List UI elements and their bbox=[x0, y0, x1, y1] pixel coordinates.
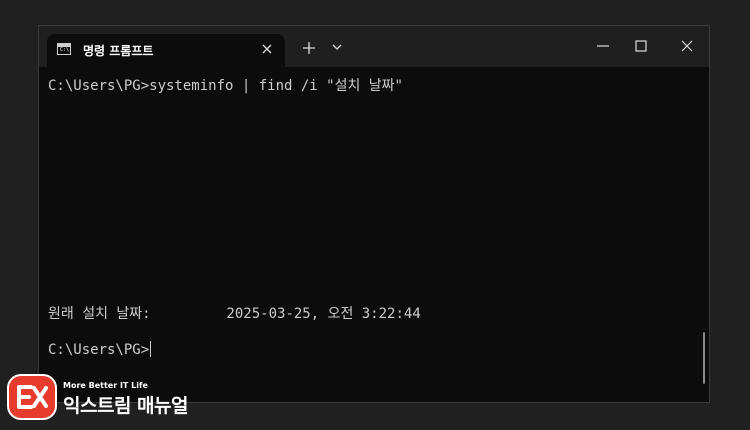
close-icon bbox=[262, 44, 272, 54]
logo-name: 익스트림 매뉴얼 bbox=[63, 395, 188, 417]
tab-close-button[interactable] bbox=[259, 41, 275, 57]
maximize-icon bbox=[635, 40, 647, 52]
titlebar: C:\ 명령 프롬프트 bbox=[39, 26, 709, 67]
terminal-window: C:\ 명령 프롬프트 C:\Users\PG>systeminfo | fin… bbox=[38, 25, 710, 403]
scrollbar[interactable] bbox=[703, 332, 705, 384]
terminal-output[interactable]: C:\Users\PG>systeminfo | find /i "설치 날짜"… bbox=[39, 67, 709, 402]
minimize-button[interactable] bbox=[589, 34, 617, 58]
close-icon bbox=[681, 40, 693, 52]
tab-title: 명령 프롬프트 bbox=[83, 44, 154, 58]
tab-command-prompt[interactable]: C:\ 명령 프롬프트 bbox=[47, 34, 285, 67]
maximize-button[interactable] bbox=[627, 34, 655, 58]
prompt-text: C:\Users\PG> bbox=[48, 342, 150, 358]
logo-ex-icon bbox=[17, 385, 48, 409]
logo-badge bbox=[7, 374, 57, 420]
close-button[interactable] bbox=[673, 34, 701, 58]
watermark-logo: More Better IT Life 익스트림 매뉴얼 bbox=[7, 374, 217, 426]
plus-icon bbox=[303, 42, 315, 54]
text-cursor bbox=[150, 341, 152, 357]
new-tab-button[interactable] bbox=[299, 38, 319, 58]
logo-tagline: More Better IT Life bbox=[63, 381, 148, 390]
minimize-icon bbox=[597, 45, 609, 47]
prompt-line[interactable]: C:\Users\PG> bbox=[48, 341, 152, 358]
tab-dropdown-button[interactable] bbox=[329, 39, 345, 55]
command-prompt-icon: C:\ bbox=[57, 43, 71, 55]
output-line: 원래 설치 날짜: 2025-03-25, 오전 3:22:44 bbox=[48, 306, 421, 322]
tab-icon-label: C:\ bbox=[60, 47, 70, 53]
chevron-down-icon bbox=[332, 44, 342, 50]
command-line: C:\Users\PG>systeminfo | find /i "설치 날짜" bbox=[48, 78, 403, 94]
